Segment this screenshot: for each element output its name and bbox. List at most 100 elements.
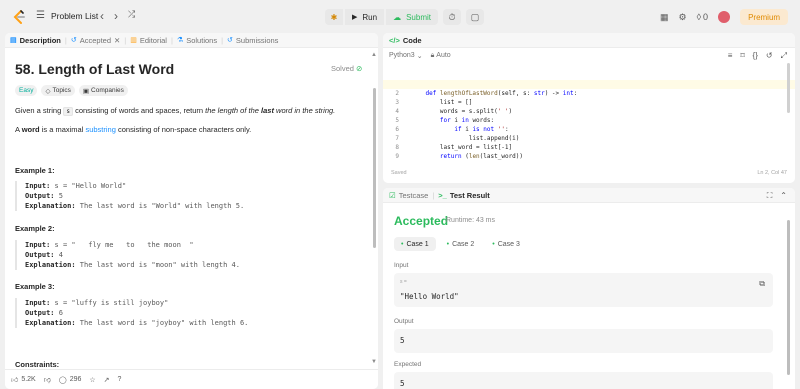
scroll-up-icon[interactable]: ▲ [371,52,377,58]
format-icon[interactable]: ≡ [728,51,733,61]
comments-button[interactable]: ◯ 296 [59,376,82,384]
chevron-left-icon[interactable]: ‹ [100,9,104,23]
tab-testcase[interactable]: ☑ Testcase [389,191,428,200]
expand-icon[interactable]: ⤢ [781,51,787,61]
description-paragraph-1: Given a string s consisting of words and… [15,106,336,116]
debug-button[interactable]: ✱ [325,9,343,25]
solved-status: Solved ⊘ [331,64,363,73]
scrollbar[interactable] [787,220,790,375]
like-button[interactable]: 👍︎ 5.2K [11,375,36,384]
notes-button[interactable]: ▢ [465,9,484,25]
leetcode-logo[interactable] [12,10,26,24]
help-button[interactable]: ? [118,376,122,383]
lock-icon: 🔒︎ [430,51,435,59]
tab-description[interactable]: ▤ Description [10,36,61,45]
topics-tag[interactable]: ◇ Topics [41,85,75,96]
streak-counter[interactable]: ◊ 0 [697,12,708,22]
shuffle-icon[interactable]: ⤮ [128,9,135,23]
test-result-panel: ☑ Testcase | >_ Test Result ⛶ ⌃ Accepted… [383,188,795,389]
chevron-up-icon[interactable]: ⌃ [780,191,787,201]
tab-submissions[interactable]: ↺ Submissions [227,36,278,45]
bug-icon: ✱ [330,12,338,22]
code-editor[interactable]: 1class Solution: 2 def lengthOfLastWord(… [383,71,795,160]
code-panel: </> Code Python3 ⌄ 🔒︎ Auto ≡ ⌑ {} ↺ ⤢ 1c… [383,33,795,183]
expected-label: Expected [394,361,422,368]
tab-test-result[interactable]: >_ Test Result [438,191,489,200]
case-tab-1[interactable]: • Case 1 [394,237,436,251]
code-line: 4 words = s.split(' ') [395,108,513,115]
dislike-button[interactable]: 👎︎ [44,375,51,384]
run-button[interactable]: ▶ Run [345,9,385,25]
lock-icon: ▣ [82,87,90,95]
difficulty-badge: Easy [15,85,38,96]
description-panel: ▤ Description | ↺ Accepted ✕ | ▥ Editori… [5,33,378,389]
output-box: 5 [394,329,773,353]
scrollbar[interactable] [373,88,376,248]
auto-toggle[interactable]: 🔒︎ Auto [431,52,451,60]
thumbs-down-icon: 👎︎ [43,377,51,384]
question-icon: ? [117,376,122,383]
chevron-right-icon[interactable]: › [114,9,118,23]
tab-editorial[interactable]: ▥ Editorial [130,36,167,45]
play-icon: ▶ [352,14,358,21]
case-tab-2[interactable]: • Case 2 [440,237,482,251]
expected-box: 5 [394,372,773,389]
favorite-button[interactable]: ☆ [89,376,95,384]
code-line: 8 last_word = list[-1] [395,144,513,151]
case-tabs: • Case 1 • Case 2 • Case 3 [394,237,527,251]
timer-button[interactable]: ⏱ [442,9,461,25]
reset-icon[interactable]: ↺ [766,51,773,61]
run-label: Run [362,12,378,22]
result-status: Accepted [394,214,449,228]
cloud-upload-icon: ☁ [393,12,402,22]
substring-link[interactable]: substring [85,125,115,134]
coin-count: 0 [703,12,709,22]
fire-icon: ◊ [696,12,702,22]
description-footer: 👍︎ 5.2K 👎︎ ◯ 296 ☆ ↗ ? [5,369,378,389]
tag-icon: ◇ [45,87,51,95]
premium-button[interactable]: Premium [740,9,789,25]
problem-list-label: Problem List [50,11,99,21]
share-button[interactable]: ↗ [104,376,110,384]
tab-accepted[interactable]: ↺ Accepted ✕ [71,36,120,45]
code-line: 7 list.append(i) [395,135,520,142]
bookmark-icon[interactable]: ⌑ [740,51,744,61]
description-paragraph-2: A word is a maximal substring consisting… [15,125,252,134]
code-line: 6 if i is not '': [395,126,509,133]
companies-tag[interactable]: ▣ Companies [78,85,128,96]
flask-icon: ⚗ [176,37,184,44]
input-label: Input [394,262,409,269]
scroll-down-icon[interactable]: ▼ [371,359,377,365]
example-title: Example 3: [15,282,55,291]
document-icon: ▤ [10,37,17,44]
history-icon: ↺ [227,37,233,44]
grid-icon[interactable]: ▦ [660,12,669,23]
submit-label: Submit [406,12,431,22]
run-submit-group: ✱ ▶ Run ☁ Submit ⏱ ▢ [325,9,484,25]
submit-button[interactable]: ☁ Submit [386,9,438,25]
example-title: Example 2: [15,224,55,233]
checkbox-icon: ☑ [389,190,396,200]
code-toolbar-actions: ≡ ⌑ {} ↺ ⤢ [728,51,787,61]
scrollbar[interactable] [787,63,790,113]
terminal-icon: >_ [438,190,447,200]
problem-title: 58. Length of Last Word [15,61,175,77]
book-icon: ▥ [130,37,137,44]
avatar-icon[interactable] [718,11,731,23]
tab-solutions[interactable]: ⚗ Solutions [177,36,217,45]
code-line: 9 return (len(last_word)) [395,153,524,160]
braces-icon[interactable]: {} [753,51,758,61]
input-box: s = "Hello World" ⧉ [394,273,773,307]
gear-icon[interactable]: ⚙ [679,12,687,23]
problem-list-button[interactable]: ☰ Problem List [36,10,99,22]
expand-icon[interactable]: ⛶ [767,191,773,201]
comment-icon: ◯ [58,376,67,384]
close-icon[interactable]: ✕ [114,36,120,45]
copy-icon[interactable]: ⧉ [759,279,765,289]
language-select[interactable]: Python3 ⌄ [389,52,423,60]
case-tab-3[interactable]: • Case 3 [485,237,527,251]
check-circle-icon: ⊘ [356,64,363,73]
list-icon: ☰ [36,10,45,21]
history-icon: ↺ [70,37,77,44]
runtime-label: Runtime: 43 ms [446,217,496,224]
